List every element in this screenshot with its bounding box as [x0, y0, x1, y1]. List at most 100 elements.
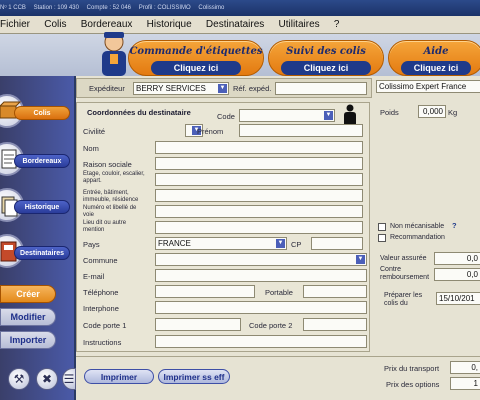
door1-label: Code porte 1	[83, 321, 127, 330]
door2-label: Code porte 2	[249, 321, 293, 330]
cod-label: Contre remboursement	[380, 266, 430, 281]
tab-title: Commande d'étiquettes	[129, 46, 263, 57]
floor-input[interactable]	[155, 173, 363, 186]
print-no-label-button[interactable]: Imprimer ss eff	[158, 369, 230, 384]
print-button[interactable]: Imprimer	[84, 369, 154, 384]
company-label: Raison sociale	[83, 160, 132, 169]
prepare-date-input[interactable]: 15/10/201	[436, 292, 480, 305]
prepare-label: Préparer les colis du	[384, 292, 423, 307]
tab-label-order[interactable]: Commande d'étiquettes Cliquez ici	[128, 40, 264, 76]
modify-button[interactable]: Modifier	[0, 308, 56, 326]
cp-input[interactable]	[311, 237, 363, 250]
sidebar-item-historique[interactable]: Historique	[0, 186, 70, 226]
firstname-label: Prénom	[197, 127, 224, 136]
shipper-select[interactable]: BERRY SERVICES ▼	[133, 82, 229, 95]
menu-help[interactable]: ?	[328, 16, 346, 30]
code-select[interactable]: ▼	[239, 109, 335, 122]
country-value: FRANCE	[158, 239, 191, 248]
sidebar-item-destinataires[interactable]: Destinataires	[0, 232, 70, 272]
create-button[interactable]: Créer	[0, 285, 56, 303]
weight-input[interactable]: 0,000	[418, 105, 446, 118]
instructions-input[interactable]	[155, 335, 367, 348]
tab-help[interactable]: Aide Cliquez ici	[388, 40, 480, 76]
cp-label: CP	[291, 240, 302, 249]
import-button[interactable]: Importer	[0, 331, 56, 349]
tab-link[interactable]: Cliquez ici	[281, 61, 371, 75]
mascot-icon	[102, 32, 126, 76]
mobile-input[interactable]	[303, 285, 367, 298]
country-label: Pays	[83, 240, 100, 249]
person-icon	[344, 104, 356, 124]
tab-link[interactable]: Cliquez ici	[401, 61, 471, 75]
non-mech-checkbox[interactable]	[378, 223, 386, 231]
door1-input[interactable]	[155, 318, 241, 331]
tab-tracking[interactable]: Suivi des colis Cliquez ici	[268, 40, 384, 76]
title-part: Colissimo	[198, 5, 225, 11]
menu-colis[interactable]: Colis	[38, 16, 72, 30]
chevron-down-icon: ▼	[356, 255, 365, 264]
firstname-input[interactable]	[239, 124, 363, 137]
city-label: Commune	[83, 256, 118, 265]
menu-bar: Fichier Colis Bordereaux Historique Dest…	[0, 16, 480, 34]
instructions-label: Instructions	[83, 338, 122, 347]
company-input[interactable]	[155, 157, 363, 170]
tools-icon[interactable]: ⚒	[8, 368, 30, 390]
title-part: Profil : COLISSIMO	[138, 5, 191, 11]
recommend-checkbox[interactable]	[378, 234, 386, 242]
sidebar-item-colis[interactable]: Colis	[0, 92, 70, 132]
chevron-down-icon: ▼	[324, 111, 333, 120]
intercom-label: Interphone	[83, 304, 119, 313]
recommend-label: Recommandation	[390, 234, 445, 241]
weight-unit: Kg	[448, 108, 458, 117]
title-part: Station : 109 430	[33, 5, 79, 11]
sidebar-item-label: Bordereaux	[14, 154, 70, 168]
title-part: Nᵒ 1 CCB	[0, 5, 26, 11]
menu-destinataires[interactable]: Destinataires	[200, 16, 270, 30]
city-select[interactable]: ▼	[155, 253, 367, 266]
mobile-label: Portable	[265, 288, 293, 297]
place-input[interactable]	[155, 221, 363, 234]
building-input[interactable]	[155, 189, 363, 202]
door2-input[interactable]	[303, 318, 367, 331]
cod-input[interactable]: 0,0	[434, 268, 480, 281]
no-entry-icon[interactable]: ✖	[36, 368, 58, 390]
code-label: Code	[217, 112, 235, 121]
menu-historique[interactable]: Historique	[141, 16, 198, 30]
help-link[interactable]: ?	[452, 221, 457, 230]
title-bar: Nᵒ 1 CCB Station : 109 430 Compte : 52 0…	[0, 0, 480, 16]
menu-fichier[interactable]: Fichier	[0, 16, 36, 30]
menu-bordereaux[interactable]: Bordereaux	[75, 16, 139, 30]
shipper-label: Expéditeur	[89, 84, 125, 93]
section-title: Coordonnées du destinataire	[87, 108, 191, 117]
phone-input[interactable]	[155, 285, 255, 298]
intercom-input[interactable]	[155, 301, 367, 314]
tab-link[interactable]: Cliquez ici	[151, 61, 241, 75]
sidebar-item-label: Historique	[14, 200, 70, 214]
tab-title: Aide	[423, 46, 449, 57]
ref-input[interactable]	[275, 82, 367, 95]
insured-input[interactable]: 0,0	[434, 252, 480, 265]
weight-label: Poids	[380, 108, 399, 117]
product-select[interactable]: Colissimo Expert France	[376, 80, 480, 93]
chevron-down-icon: ▼	[276, 239, 285, 248]
tab-title: Suivi des colis	[286, 46, 366, 57]
menu-utilitaires[interactable]: Utilitaires	[273, 16, 326, 30]
place-label: Lieu dit ou autre mention	[83, 220, 127, 233]
email-label: E-mail	[83, 272, 105, 281]
country-select[interactable]: FRANCE ▼	[155, 237, 287, 250]
options-value: 1	[450, 377, 480, 390]
street-input[interactable]	[155, 205, 363, 218]
sidebar-item-bordereaux[interactable]: Bordereaux	[0, 140, 70, 180]
transport-label: Prix du transport	[384, 364, 440, 373]
name-input[interactable]	[155, 141, 363, 154]
bottom-bar: Imprimer Imprimer ss eff Prix du transpo…	[76, 356, 480, 400]
product-panel: Colissimo Expert France Poids 0,000 Kg N…	[376, 76, 480, 400]
transport-value: 0,	[450, 361, 480, 374]
non-mech-label: Non mécanisable	[390, 223, 445, 230]
email-input[interactable]	[155, 269, 367, 282]
sidebar-item-label: Destinataires	[14, 246, 70, 260]
insured-label: Valeur assurée	[380, 255, 427, 262]
shipper-value: BERRY SERVICES	[136, 84, 206, 93]
phone-label: Téléphone	[83, 288, 119, 297]
sidebar-item-label: Colis	[14, 106, 70, 120]
